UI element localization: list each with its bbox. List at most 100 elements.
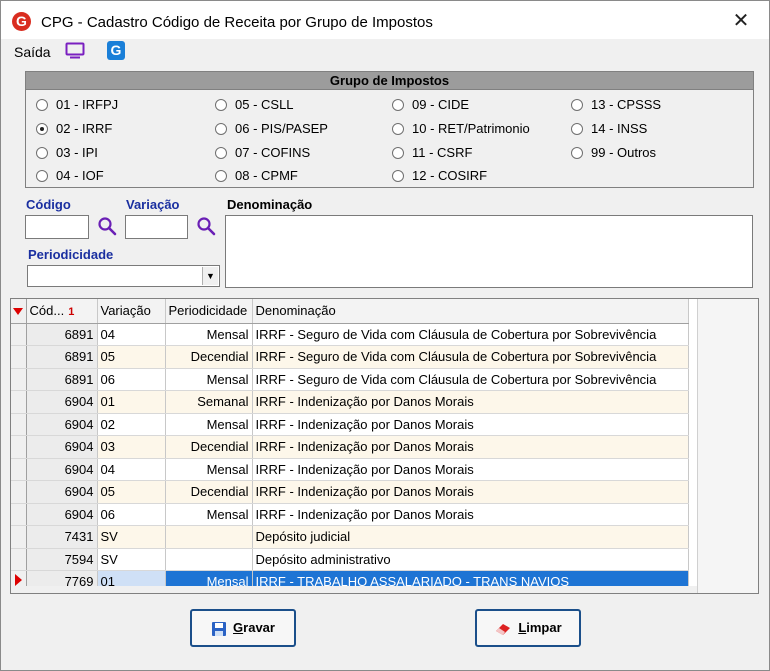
- g-logo-icon[interactable]: G: [107, 41, 125, 60]
- table-row[interactable]: 6891 05 Decendial IRRF - Seguro de Vida com…: [11, 345, 689, 369]
- app-logo-icon: G: [12, 12, 31, 31]
- codigo-input[interactable]: [25, 215, 89, 239]
- cell-denominacao[interactable]: IRRF - Indenização por Danos Morais: [252, 480, 689, 504]
- cell-codigo[interactable]: 7594: [26, 548, 98, 571]
- table-row[interactable]: 6904 01 Semanal IRRF - Indenização por Dano…: [11, 390, 689, 414]
- eraser-icon: [496, 623, 511, 635]
- radio-button-icon: [392, 123, 404, 135]
- cell-codigo[interactable]: 6904: [26, 480, 98, 504]
- monitor-icon[interactable]: [65, 42, 85, 60]
- cell-periodicidade[interactable]: Decendial: [165, 345, 253, 369]
- table-row[interactable]: 6904 02 Mensal IRRF - Indenização por Danos…: [11, 413, 689, 436]
- cell-codigo[interactable]: 6891: [26, 323, 98, 346]
- col-header-codigo[interactable]: Cód... 1: [26, 299, 98, 324]
- cell-codigo[interactable]: 6904: [26, 413, 98, 436]
- table-row[interactable]: 6904 06 Mensal IRRF - Indenização por Danos…: [11, 503, 689, 526]
- cell-variacao[interactable]: 05: [97, 345, 166, 369]
- codigo-label: Código: [26, 197, 71, 212]
- receitas-grid[interactable]: Cód... 1 Variação Periodicidade Denominaç…: [10, 298, 759, 594]
- cell-denominacao[interactable]: Depósito administrativo: [252, 548, 689, 571]
- cell-variacao[interactable]: SV: [97, 525, 166, 549]
- row-indicator[interactable]: [11, 458, 27, 481]
- cell-codigo[interactable]: 6891: [26, 368, 98, 391]
- cell-codigo[interactable]: 6904: [26, 503, 98, 526]
- row-indicator[interactable]: [11, 345, 27, 369]
- close-button[interactable]: ✕: [721, 7, 761, 35]
- table-row[interactable]: 6904 05 Decendial IRRF - Indenização por Da…: [11, 480, 689, 504]
- cell-variacao[interactable]: 03: [97, 435, 166, 459]
- cell-denominacao[interactable]: IRRF - Indenização por Danos Morais: [252, 458, 689, 481]
- row-indicator[interactable]: [11, 503, 27, 526]
- cell-variacao[interactable]: 02: [97, 413, 166, 436]
- cell-periodicidade[interactable]: Mensal: [165, 413, 253, 436]
- sort-order-icon: 1: [68, 306, 75, 319]
- cell-denominacao[interactable]: IRRF - Indenização por Danos Morais: [252, 435, 689, 459]
- variacao-input[interactable]: [125, 215, 188, 239]
- title-bar: G CPG - Cadastro Código de Receita por G…: [1, 1, 769, 39]
- cell-variacao[interactable]: 06: [97, 368, 166, 391]
- cell-variacao[interactable]: 04: [97, 323, 166, 346]
- cell-periodicidade[interactable]: Mensal: [165, 458, 253, 481]
- cell-denominacao[interactable]: IRRF - Seguro de Vida com Cláusula de Co…: [252, 368, 689, 391]
- cell-periodicidade[interactable]: Mensal: [165, 323, 253, 346]
- cell-periodicidade[interactable]: Mensal: [165, 368, 253, 391]
- cell-periodicidade[interactable]: Semanal: [165, 390, 253, 414]
- cell-denominacao[interactable]: IRRF - Seguro de Vida com Cláusula de Co…: [252, 345, 689, 369]
- main-window: G CPG - Cadastro Código de Receita por G…: [0, 0, 770, 671]
- cell-codigo[interactable]: 6891: [26, 345, 98, 369]
- cell-variacao[interactable]: 05: [97, 480, 166, 504]
- row-indicator[interactable]: [11, 548, 27, 571]
- row-indicator[interactable]: [11, 323, 27, 346]
- row-indicator[interactable]: [11, 435, 27, 459]
- saida-button[interactable]: Saída: [14, 44, 51, 60]
- cell-variacao[interactable]: 01: [97, 390, 166, 414]
- cell-periodicidade[interactable]: [165, 548, 253, 571]
- cell-denominacao[interactable]: Depósito judicial: [252, 525, 689, 549]
- cell-variacao[interactable]: 04: [97, 458, 166, 481]
- cell-denominacao[interactable]: IRRF - Indenização por Danos Morais: [252, 390, 689, 414]
- cell-variacao[interactable]: 06: [97, 503, 166, 526]
- row-indicator[interactable]: [11, 368, 27, 391]
- cell-denominacao[interactable]: IRRF - Indenização por Danos Morais: [252, 413, 689, 436]
- cell-codigo[interactable]: 7431: [26, 525, 98, 549]
- search-icon[interactable]: [97, 216, 117, 236]
- table-row[interactable]: 6904 03 Decendial IRRF - Indenização por Da…: [11, 435, 689, 459]
- cell-codigo[interactable]: 6904: [26, 435, 98, 459]
- cell-denominacao[interactable]: IRRF - Indenização por Danos Morais: [252, 503, 689, 526]
- denominacao-textarea[interactable]: [225, 215, 753, 288]
- cell-denominacao[interactable]: IRRF - Seguro de Vida com Cláusula de Co…: [252, 323, 689, 346]
- periodicidade-select[interactable]: ▼: [27, 265, 220, 287]
- table-row[interactable]: 7594 SV Depósito administrativo: [11, 548, 689, 571]
- cell-variacao[interactable]: SV: [97, 548, 166, 571]
- row-indicator[interactable]: [11, 480, 27, 504]
- sort-indicator-icon: [13, 308, 24, 316]
- variacao-label: Variação: [126, 197, 180, 212]
- table-row[interactable]: 6891 06 Mensal IRRF - Seguro de Vida com Cl…: [11, 368, 689, 391]
- cell-periodicidade[interactable]: Decendial: [165, 435, 253, 459]
- row-indicator[interactable]: [11, 525, 27, 549]
- vertical-scrollbar[interactable]: [697, 299, 758, 593]
- col-header-periodicidade[interactable]: Periodicidade: [165, 299, 253, 324]
- chevron-down-icon[interactable]: ▼: [202, 267, 218, 285]
- cell-codigo[interactable]: 6904: [26, 390, 98, 414]
- table-row[interactable]: 7431 SV Depósito judicial: [11, 525, 689, 549]
- table-row[interactable]: 6904 04 Mensal IRRF - Indenização por Danos…: [11, 458, 689, 481]
- cell-periodicidade[interactable]: Decendial: [165, 480, 253, 504]
- col-header-variacao[interactable]: Variação: [97, 299, 166, 324]
- search-icon[interactable]: [196, 216, 216, 236]
- table-row[interactable]: 6891 04 Mensal IRRF - Seguro de Vida com Cl…: [11, 323, 689, 346]
- horizontal-scrollbar[interactable]: [11, 586, 697, 593]
- cell-codigo[interactable]: 6904: [26, 458, 98, 481]
- row-indicator[interactable]: [11, 390, 27, 414]
- radio-button-icon: [571, 147, 583, 159]
- radio-button-icon: [215, 99, 227, 111]
- scroll-thumb[interactable]: [758, 519, 759, 539]
- col-header-denominacao[interactable]: Denominação: [252, 299, 689, 324]
- floppy-disk-icon: [212, 621, 227, 636]
- table-header-row: Cód... 1 Variação Periodicidade Denominaç…: [11, 299, 689, 324]
- cell-periodicidade[interactable]: [165, 525, 253, 549]
- row-indicator[interactable]: [11, 413, 27, 436]
- cell-periodicidade[interactable]: Mensal: [165, 503, 253, 526]
- gravar-button[interactable]: Gravar: [190, 609, 296, 647]
- limpar-button[interactable]: Limpar: [475, 609, 581, 647]
